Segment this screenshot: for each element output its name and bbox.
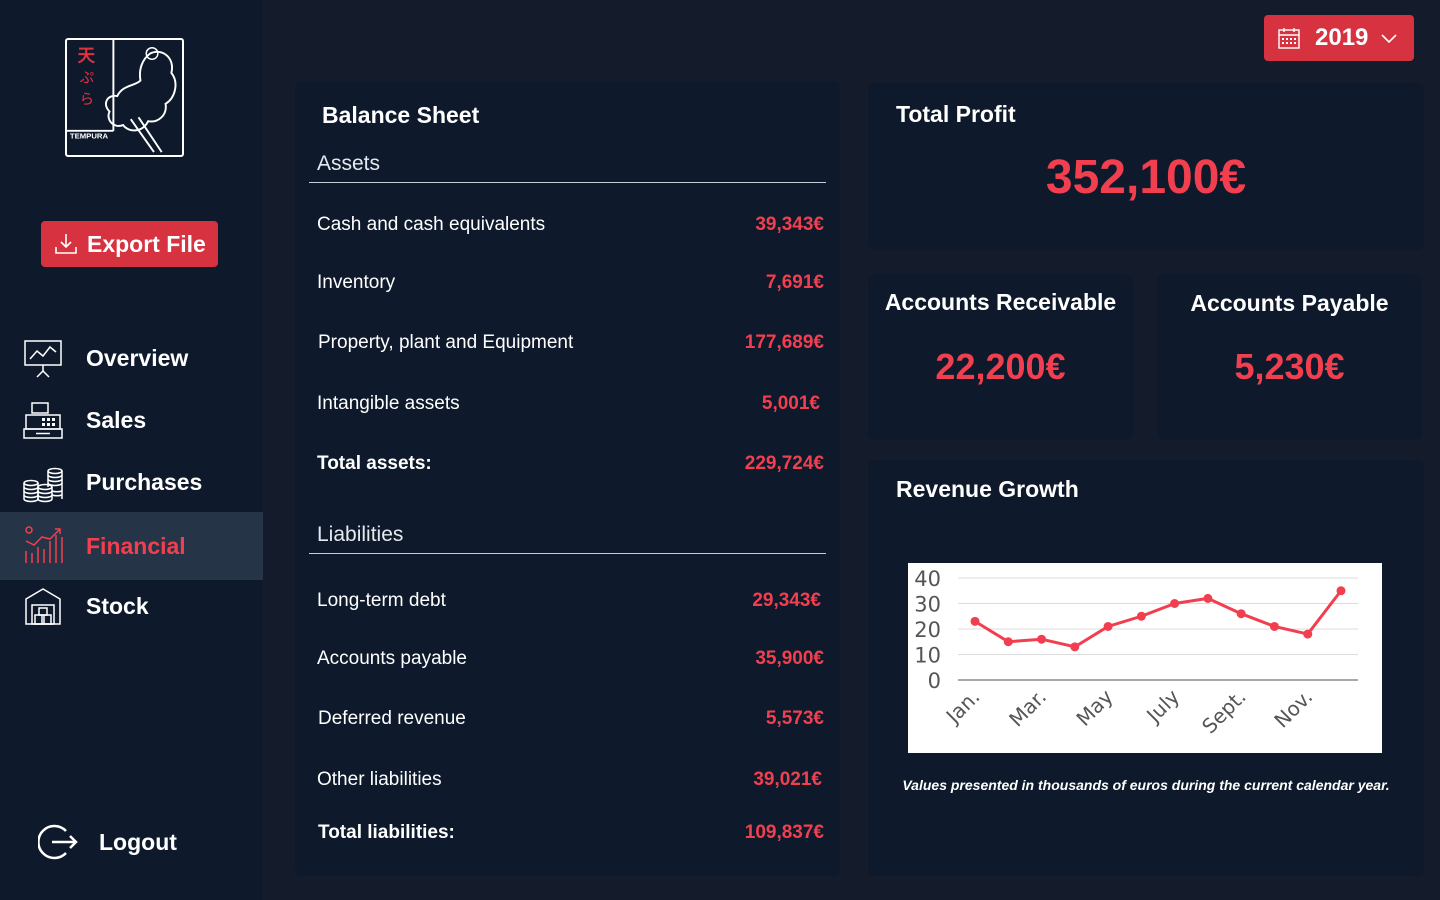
liability-row-label: Other liabilities — [317, 769, 442, 790]
total-liabilities-label: Total liabilities: — [318, 822, 455, 843]
logout-icon — [38, 824, 78, 860]
total-assets-label: Total assets: — [317, 453, 432, 474]
data-point — [1037, 634, 1047, 644]
svg-text:天: 天 — [78, 46, 96, 66]
liabilities-divider — [309, 553, 826, 554]
nav-item-label: Financial — [86, 532, 186, 559]
asset-row-label: Inventory — [317, 272, 396, 293]
revenue-line-chart: 010203040 Jan. Mar. May July Sept. Nov. — [914, 567, 1358, 739]
liability-row-label: Long-term debt — [317, 590, 446, 611]
nav-item-sales[interactable]: Sales — [0, 386, 263, 454]
liabilities-heading: Liabilities — [317, 523, 404, 546]
svg-text:ら: ら — [80, 92, 95, 108]
total-liabilities-value: 109,837€ — [744, 822, 824, 843]
x-tick-label: Nov. — [1269, 685, 1317, 733]
y-tick-label: 0 — [928, 669, 941, 693]
assets-heading: Assets — [317, 152, 381, 175]
total-assets-value: 229,724€ — [744, 453, 824, 474]
year-selector[interactable]: 2019 — [1264, 15, 1414, 61]
warehouse-icon — [25, 588, 61, 625]
accounts-payable-card: Accounts Payable 5,230€ — [1157, 274, 1422, 440]
tempura-logo-icon: 天 ぷ ら TEMPURA — [67, 40, 177, 153]
y-tick-label: 30 — [914, 593, 941, 617]
nav-item-overview[interactable]: Overview — [0, 324, 263, 392]
nav-item-label: Purchases — [86, 468, 203, 495]
nav-item-stock[interactable]: Stock — [0, 572, 263, 640]
data-point — [1203, 593, 1213, 603]
x-tick-label: Jan. — [940, 685, 985, 730]
asset-row-value: 7,691€ — [765, 272, 824, 293]
total-profit-title: Total Profit — [896, 101, 1016, 127]
coin-stacks-icon — [23, 467, 63, 503]
data-point — [1003, 637, 1013, 647]
y-tick-label: 40 — [914, 567, 941, 591]
accounts-payable-value: 5,230€ — [1234, 346, 1345, 387]
asset-row-label: Property, plant and Equipment — [318, 332, 574, 353]
logout-button[interactable]: Logout — [38, 822, 177, 862]
data-point — [1136, 611, 1146, 621]
year-value: 2019 — [1315, 24, 1369, 51]
tempura-logo[interactable]: 天 ぷ ら TEMPURA — [65, 38, 184, 157]
asset-row-label: Cash and cash equivalents — [317, 214, 546, 235]
chart-footnote: Values presented in thousands of euros d… — [902, 777, 1390, 793]
logout-label: Logout — [99, 828, 177, 855]
accounts-receivable-title: Accounts Receivable — [884, 289, 1117, 315]
data-point — [1170, 599, 1180, 608]
data-point — [1103, 621, 1113, 631]
accounts-receivable-value: 22,200€ — [935, 346, 1066, 387]
liability-row-value: 39,021€ — [753, 769, 822, 790]
sidebar: 天 ぷ ら TEMPURA Export File Overview Sales… — [0, 0, 263, 900]
svg-text:ぷ: ぷ — [80, 71, 95, 87]
cash-register-icon — [23, 402, 63, 439]
total-profit-value: 352,100€ — [1045, 151, 1247, 204]
download-icon — [55, 234, 77, 254]
data-point — [1303, 629, 1313, 639]
asset-row-value: 39,343€ — [755, 214, 824, 235]
accounts-receivable-card: Accounts Receivable 22,200€ — [868, 274, 1133, 440]
presentation-chart-icon — [24, 340, 62, 378]
growth-chart-icon — [25, 526, 63, 563]
assets-divider — [309, 182, 826, 183]
x-tick-label: Sept. — [1197, 685, 1251, 739]
asset-row-value: 177,689€ — [744, 332, 824, 353]
y-tick-label: 10 — [914, 644, 941, 668]
export-file-button[interactable]: Export File — [41, 221, 218, 267]
chevron-down-icon — [1381, 34, 1397, 44]
revenue-series-line — [974, 589, 1343, 649]
asset-row-label: Intangible assets — [317, 393, 460, 414]
x-tick-label: July — [1140, 684, 1184, 728]
liability-row-value: 5,573€ — [765, 708, 824, 729]
balance-sheet-title: Balance Sheet — [322, 102, 480, 128]
revenue-growth-card: Revenue Growth 0 10 20 30 40 Jan. Mar. May July S… — [868, 460, 1424, 876]
total-profit-card: Total Profit 352,100€ — [868, 83, 1424, 250]
balance-sheet-card: Balance Sheet Assets Cash and cash equiv… — [295, 82, 840, 876]
revenue-growth-title: Revenue Growth — [896, 476, 1079, 502]
liability-row-value: 29,343€ — [752, 590, 821, 611]
nav-item-financial[interactable]: Financial — [0, 512, 263, 580]
data-point — [1070, 642, 1080, 652]
data-point — [1269, 621, 1279, 631]
liability-row-label: Deferred revenue — [318, 708, 466, 729]
nav-item-label: Stock — [86, 592, 149, 619]
data-point — [1336, 586, 1346, 596]
nav-item-label: Overview — [86, 344, 189, 371]
nav-item-purchases[interactable]: Purchases — [0, 448, 263, 516]
liability-row-value: 35,900€ — [755, 648, 824, 669]
y-tick-label: 20 — [914, 618, 941, 642]
calendar-icon — [1278, 28, 1300, 49]
export-file-label: Export File — [87, 230, 206, 257]
x-tick-label: Mar. — [1004, 685, 1051, 732]
data-point — [1236, 609, 1246, 619]
accounts-payable-title: Accounts Payable — [1190, 290, 1389, 316]
x-tick-label: May — [1071, 684, 1117, 730]
revenue-growth-chart: 0 10 20 30 40 Jan. Mar. May July Sept. Nov. — [908, 563, 1382, 753]
nav-item-label: Sales — [86, 406, 147, 433]
liability-row-label: Accounts payable — [317, 648, 467, 669]
svg-text:TEMPURA: TEMPURA — [70, 132, 109, 141]
data-point — [970, 616, 980, 626]
asset-row-value: 5,001€ — [761, 393, 820, 414]
